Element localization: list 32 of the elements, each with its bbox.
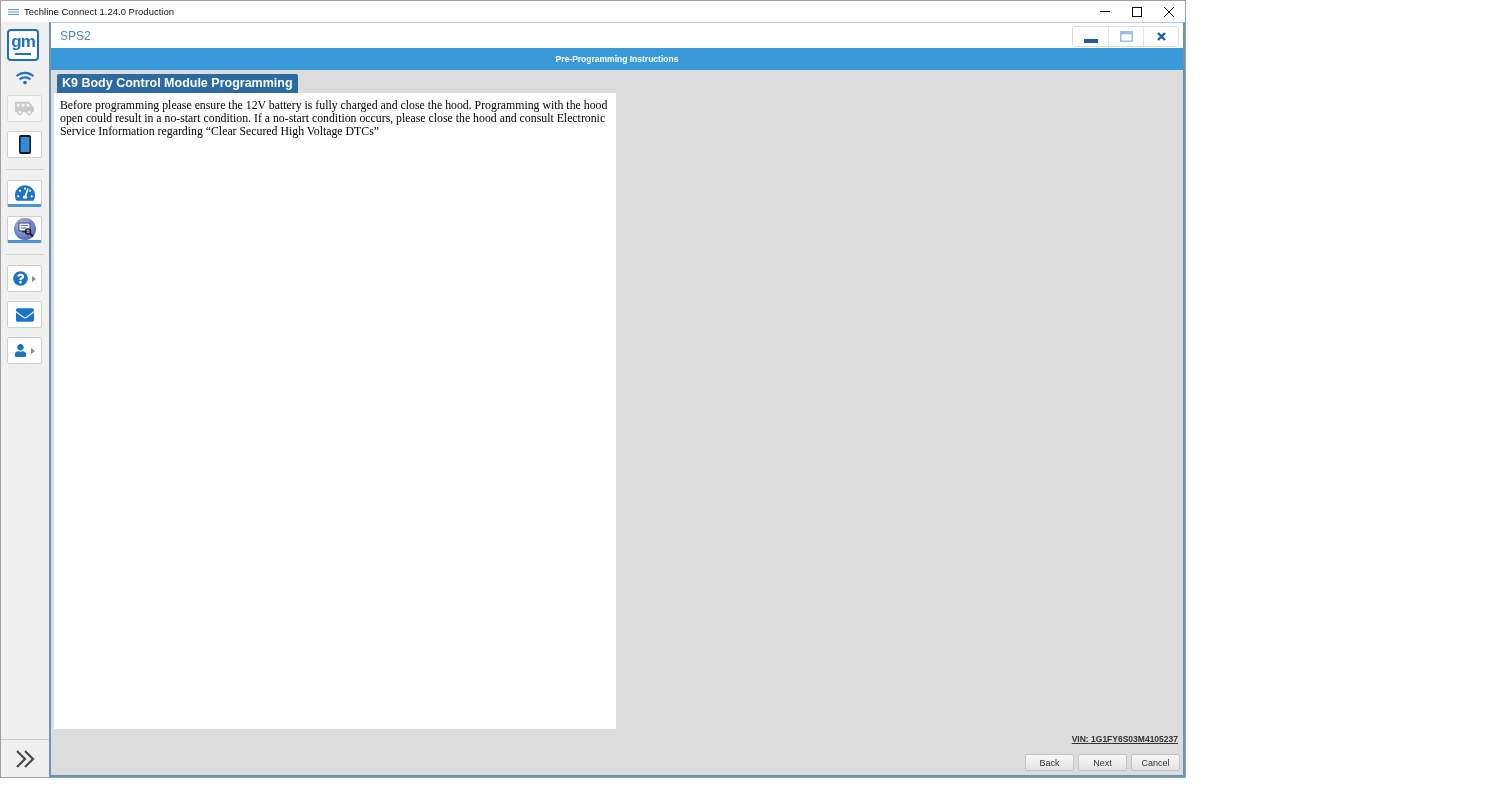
vin-link[interactable]: VIN: 1G1FY6S03M4105237: [1071, 734, 1178, 745]
footer-button[interactable]: Back: [1025, 754, 1074, 771]
user-button[interactable]: [7, 337, 42, 364]
close-icon: [1164, 6, 1174, 17]
monitor-magnifier-icon: [13, 217, 36, 240]
footer-button[interactable]: Next: [1078, 754, 1127, 771]
instructions-text: Before programming please ensure the 12V battery is fully charged and close the hood. Programming with the hood open could result in a no-start condition. If a no-start condition occurs, please close the hood and consult Electronic Service Information regarding “Clear Secured High Voltage DTCs”: [60, 99, 609, 138]
tablet-button[interactable]: [7, 131, 42, 158]
gauge-icon: [14, 182, 35, 203]
maximize-icon: [1132, 6, 1142, 17]
maximize-icon: [1119, 31, 1133, 42]
section-title: Pre-Programming Instructions: [555, 54, 679, 64]
user-icon: [14, 344, 27, 357]
app-title: SPS2: [60, 28, 91, 43]
van-icon: [15, 99, 34, 118]
module-title: K9 Body Control Module Programming: [57, 74, 298, 93]
mail-button[interactable]: [7, 301, 42, 328]
footer-button[interactable]: Cancel: [1131, 754, 1180, 771]
double-chevron-icon: [15, 749, 35, 768]
close-button[interactable]: [1143, 27, 1178, 46]
window-title: Techline Connect 1.24.0 Production: [24, 6, 174, 17]
close-icon: [1156, 32, 1166, 41]
help-button[interactable]: [7, 265, 42, 292]
tablet-icon: [18, 135, 31, 154]
envelope-icon: [15, 305, 34, 324]
help-icon: [13, 271, 28, 286]
lines-icon: [8, 8, 19, 15]
minimize-icon: [1083, 38, 1098, 43]
monitor-button[interactable]: [7, 216, 42, 243]
gauge-button[interactable]: [7, 180, 42, 207]
logo: gm: [7, 29, 39, 61]
minimize-icon: [1100, 11, 1110, 12]
